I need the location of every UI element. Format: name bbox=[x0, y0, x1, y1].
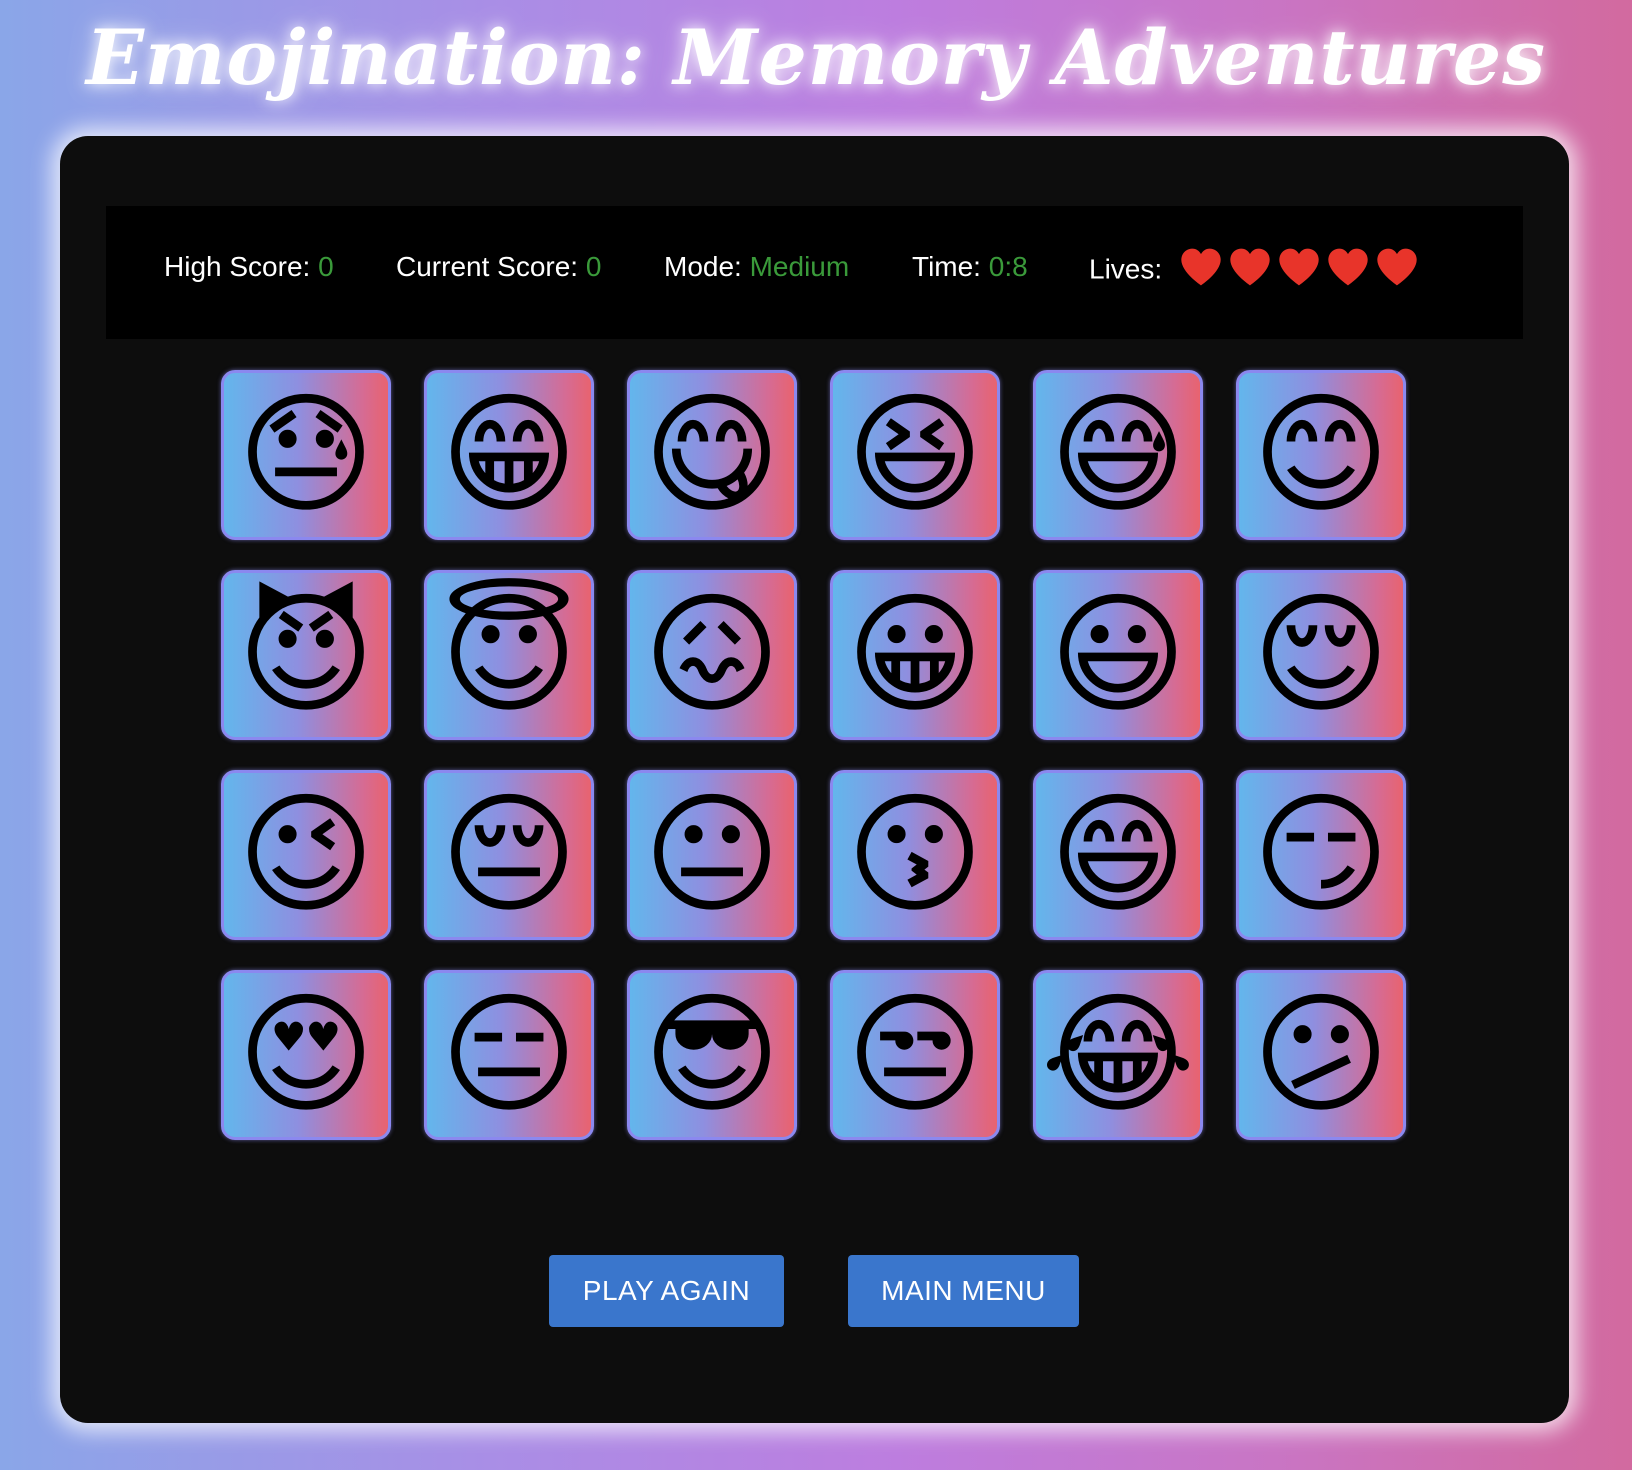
grinning-squinting-face-icon: 😆 bbox=[846, 378, 984, 532]
pensive-face-icon: 😔 bbox=[440, 778, 578, 932]
kissing-face-icon: 😗 bbox=[846, 778, 984, 932]
memory-card[interactable]: 😋 bbox=[627, 370, 797, 540]
game-mode: Mode: Medium bbox=[664, 251, 849, 283]
memory-card[interactable]: 😓 bbox=[221, 370, 391, 540]
confounded-face-icon: 😖 bbox=[643, 578, 781, 732]
current-score-label: Current Score: bbox=[396, 251, 579, 282]
face-with-tears-of-joy-icon: 😂 bbox=[1040, 978, 1196, 1132]
mode-value: Medium bbox=[749, 251, 850, 282]
card-grid: 😓 😁 😋 😆 😅 😊 😈 😇 😖 😀 😃 😌 😉 😔 😐 😗 😄 😏 😍 😑 😎 😒 😂 😕 bbox=[221, 370, 1411, 1140]
smiling-face-with-sunglasses-icon: 😎 bbox=[643, 978, 781, 1132]
memory-card[interactable]: 😊 bbox=[1236, 370, 1406, 540]
memory-card[interactable]: 😐 bbox=[627, 770, 797, 940]
grinning-face-with-sweat-icon: 😅 bbox=[1049, 378, 1187, 532]
memory-card[interactable]: 😖 bbox=[627, 570, 797, 740]
winking-face-icon: 😉 bbox=[237, 778, 375, 932]
lives: Lives: bbox=[1089, 248, 1418, 291]
neutral-face-icon: 😐 bbox=[643, 778, 781, 932]
memory-card[interactable]: 😆 bbox=[830, 370, 1000, 540]
smiling-face-with-heart-eyes-icon: 😍 bbox=[237, 978, 375, 1132]
memory-card[interactable]: 😀 bbox=[830, 570, 1000, 740]
memory-card[interactable]: 😒 bbox=[830, 970, 1000, 1140]
heart-icon bbox=[1377, 248, 1417, 286]
memory-card[interactable]: 😑 bbox=[424, 970, 594, 1140]
smiling-face-with-horns-icon: 😈 bbox=[237, 578, 375, 732]
grinning-face-icon: 😀 bbox=[846, 578, 984, 732]
current-score-value: 0 bbox=[585, 251, 602, 282]
high-score: High Score: 0 bbox=[164, 251, 334, 283]
lives-hearts bbox=[1180, 247, 1418, 287]
smirking-face-icon: 😏 bbox=[1252, 778, 1390, 932]
main-menu-button[interactable]: MAIN MENU bbox=[848, 1255, 1079, 1327]
time-value: 0:8 bbox=[988, 251, 1028, 282]
memory-card[interactable]: 😄 bbox=[1033, 770, 1203, 940]
memory-card[interactable]: 😅 bbox=[1033, 370, 1203, 540]
memory-card[interactable]: 😎 bbox=[627, 970, 797, 1140]
memory-card[interactable]: 😂 bbox=[1033, 970, 1203, 1140]
memory-card[interactable]: 😌 bbox=[1236, 570, 1406, 740]
memory-card[interactable]: 😔 bbox=[424, 770, 594, 940]
grinning-face-with-big-eyes-icon: 😃 bbox=[1049, 578, 1187, 732]
game-title: Emojination: Memory Adventures bbox=[85, 13, 1546, 102]
smiling-face-with-halo-icon: 😇 bbox=[440, 578, 578, 732]
memory-card[interactable]: 😁 bbox=[424, 370, 594, 540]
heart-icon bbox=[1181, 248, 1221, 286]
timer: Time: 0:8 bbox=[912, 251, 1028, 283]
face-savoring-food-icon: 😋 bbox=[643, 378, 781, 532]
relieved-face-icon: 😌 bbox=[1252, 578, 1390, 732]
play-again-button[interactable]: PLAY AGAIN bbox=[549, 1255, 784, 1327]
high-score-label: High Score: bbox=[164, 251, 311, 282]
memory-card[interactable]: 😃 bbox=[1033, 570, 1203, 740]
current-score: Current Score: 0 bbox=[396, 251, 601, 283]
beaming-face-icon: 😁 bbox=[440, 378, 578, 532]
high-score-value: 0 bbox=[318, 251, 334, 282]
heart-icon bbox=[1279, 248, 1319, 286]
memory-card[interactable]: 😈 bbox=[221, 570, 391, 740]
memory-card[interactable]: 😏 bbox=[1236, 770, 1406, 940]
downcast-face-with-sweat-icon: 😓 bbox=[237, 378, 375, 532]
status-bar: High Score: 0 Current Score: 0 Mode: Med… bbox=[106, 206, 1523, 339]
memory-card[interactable]: 😉 bbox=[221, 770, 391, 940]
time-label: Time: bbox=[912, 251, 981, 282]
memory-card[interactable]: 😇 bbox=[424, 570, 594, 740]
heart-icon bbox=[1230, 248, 1270, 286]
unamused-face-icon: 😒 bbox=[846, 978, 984, 1132]
lives-label: Lives: bbox=[1089, 253, 1163, 285]
heart-icon bbox=[1328, 248, 1368, 286]
smiling-face-with-smiling-eyes-icon: 😊 bbox=[1252, 378, 1390, 532]
expressionless-face-icon: 😑 bbox=[440, 978, 578, 1132]
memory-card[interactable]: 😍 bbox=[221, 970, 391, 1140]
mode-label: Mode: bbox=[664, 251, 742, 282]
game-board: High Score: 0 Current Score: 0 Mode: Med… bbox=[60, 136, 1569, 1423]
confused-face-icon: 😕 bbox=[1252, 978, 1390, 1132]
grinning-face-with-smiling-eyes-icon: 😄 bbox=[1049, 778, 1187, 932]
memory-card[interactable]: 😗 bbox=[830, 770, 1000, 940]
memory-card[interactable]: 😕 bbox=[1236, 970, 1406, 1140]
